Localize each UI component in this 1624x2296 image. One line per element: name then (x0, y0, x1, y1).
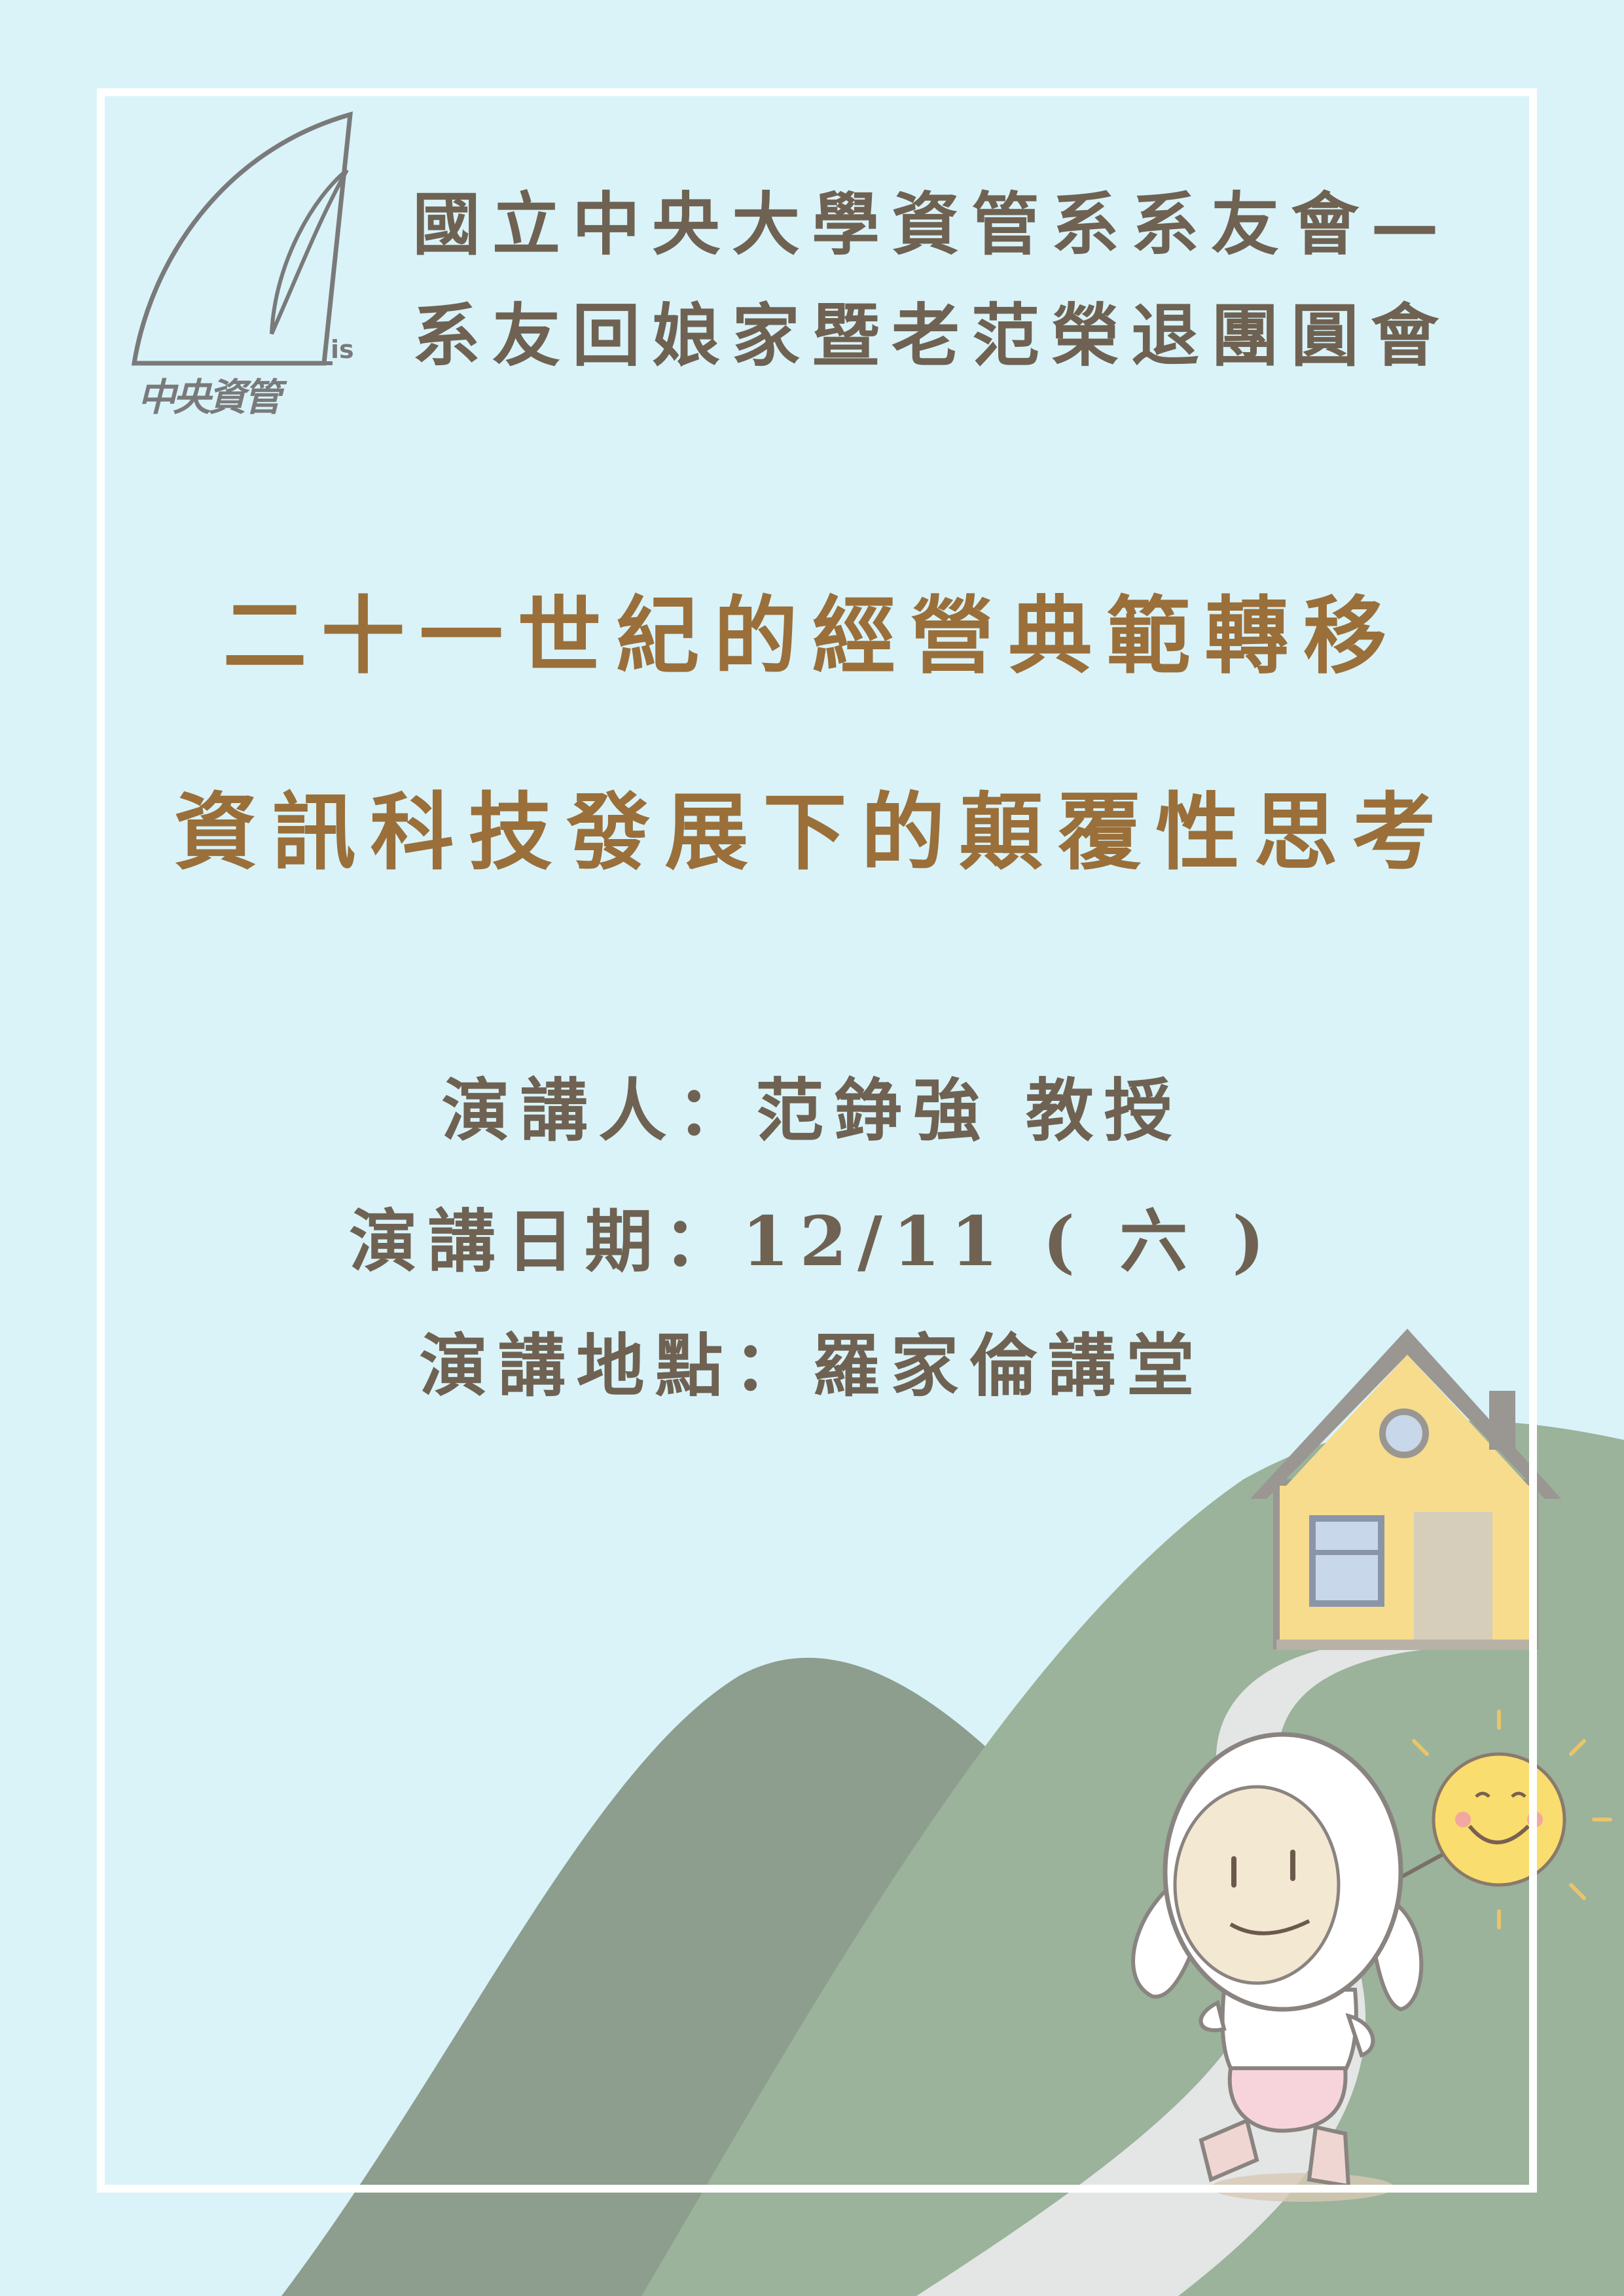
logo-suffix: is (331, 335, 354, 364)
speaker-info: 演講人：范錚強 教授 (441, 1070, 1183, 1151)
date-info: 演講日期：12/11 ( 六 ) (349, 1201, 1275, 1282)
talk-title-line1: 二十一世紀的經營典範轉移 (223, 587, 1401, 685)
venue-info: 演講地點：羅家倫講堂 (419, 1325, 1205, 1406)
organization-heading-line1: 國立中央大學資管系系友會— (412, 184, 1451, 264)
logo-caption: 中央資管 (137, 375, 281, 420)
talk-title-line2: 資訊科技發展下的顛覆性思考 (173, 783, 1451, 882)
organization-heading-line2: 系友回娘家暨老范榮退團圓會 (412, 295, 1451, 376)
